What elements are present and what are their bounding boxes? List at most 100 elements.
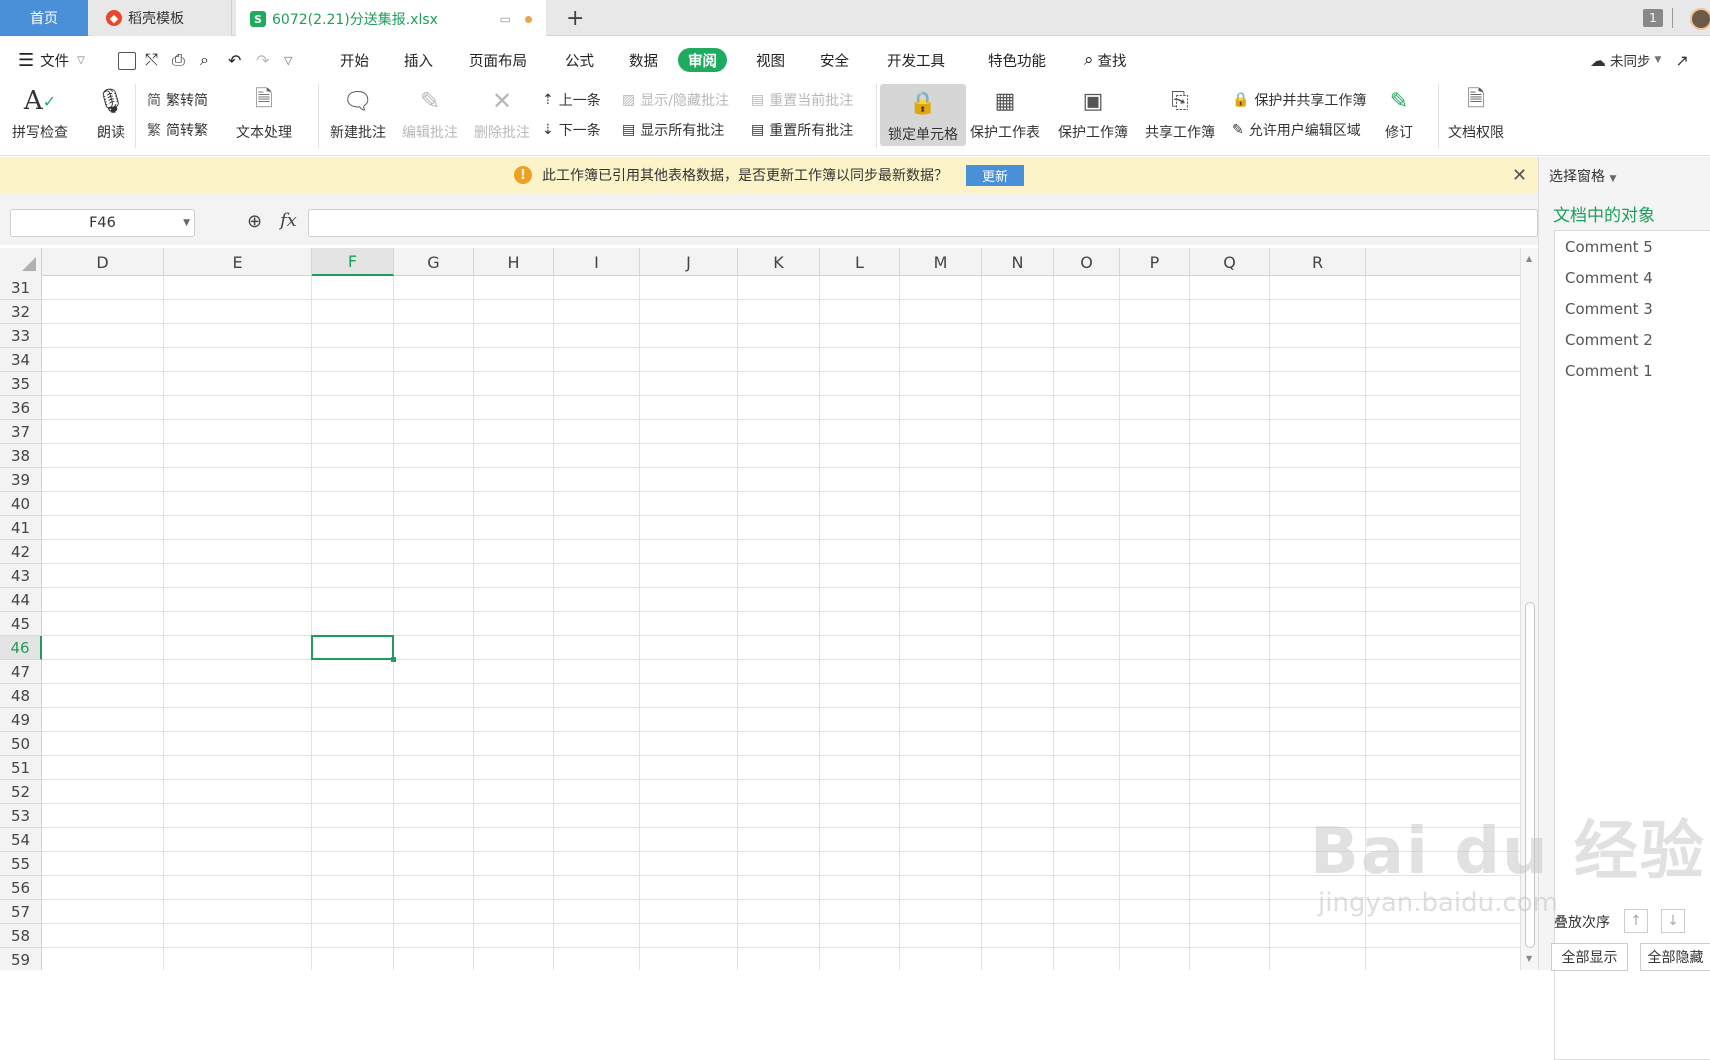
row-header[interactable]: 50 [0,732,42,756]
row-header[interactable]: 42 [0,540,42,564]
row-header[interactable]: 32 [0,300,42,324]
column-header-k[interactable]: K [738,248,820,276]
row-header[interactable]: 34 [0,348,42,372]
menu-developer[interactable]: 开发工具 [887,48,945,72]
row-header[interactable]: 46 [0,636,42,660]
chevron-down-icon[interactable]: ▼ [183,218,190,228]
scroll-up-icon[interactable]: ▲ [1526,254,1532,263]
column-header-g[interactable]: G [394,248,474,276]
show-all-button[interactable]: 全部显示 [1551,943,1628,971]
function-icon[interactable]: fx [280,210,297,231]
allow-edit-ranges-button[interactable]: ✎ 允许用户编辑区域 [1232,118,1361,142]
menu-search[interactable]: ⌕ 查找 [1084,48,1127,72]
protect-sheet-button[interactable]: ▦ 保护工作表 [970,84,1040,142]
row-header[interactable]: 35 [0,372,42,396]
tab-docer-template[interactable]: ◆ 稻壳模板 [92,0,232,36]
name-box[interactable]: F46 ▼ [10,209,195,237]
print-icon[interactable]: ⎙ [172,48,185,72]
row-header[interactable]: 48 [0,684,42,708]
column-header-j[interactable]: J [640,248,738,276]
next-comment-button[interactable]: ⇣ 下一条 [542,118,601,142]
row-header[interactable]: 58 [0,924,42,948]
menu-start[interactable]: 开始 [340,48,369,72]
column-header-e[interactable]: E [164,248,312,276]
menu-page-layout[interactable]: 页面布局 [469,48,527,72]
row-header[interactable]: 54 [0,828,42,852]
column-header-d[interactable]: D [42,248,164,276]
row-header[interactable]: 47 [0,660,42,684]
list-item[interactable]: Comment 5 [1565,238,1653,256]
list-item[interactable]: Comment 3 [1565,300,1653,318]
menu-insert[interactable]: 插入 [404,48,433,72]
close-icon[interactable]: ✕ [1512,165,1527,186]
zoom-icon[interactable]: ⊕ [247,211,262,232]
spell-check-button[interactable]: A ✓ 拼写检查 [12,84,68,142]
lock-cell-button[interactable]: 🔒 锁定单元格 [880,84,966,146]
row-header[interactable]: 44 [0,588,42,612]
export-pdf-icon[interactable]: ⤲ [145,48,158,72]
file-menu[interactable]: ☰ 文件 ▽ [18,48,85,72]
select-all-corner[interactable] [0,248,42,276]
move-down-icon[interactable]: ↓ [1661,909,1685,933]
protect-workbook-button[interactable]: ▣ 保护工作簿 [1058,84,1128,142]
move-up-icon[interactable]: ↑ [1624,909,1648,933]
formula-input[interactable] [308,209,1538,237]
undo-icon[interactable]: ↶ [228,48,241,72]
avatar[interactable] [1690,8,1710,30]
text-processing-button[interactable]: 🗎 文本处理 [236,84,292,142]
update-button[interactable]: 更新 [965,164,1024,186]
column-header-o[interactable]: O [1054,248,1120,276]
tab-active-file[interactable]: S 6072(2.21)分送集报.xlsx ▭ [236,0,546,36]
spreadsheet-grid[interactable]: DEFGHIJKLMNOPQR 31 32 33 34 35 36 37 38 39 40 41 42… [0,248,1520,970]
track-changes-button[interactable]: ✎ 修订 [1382,84,1416,142]
redo-icon[interactable]: ↷ [256,48,269,72]
row-header[interactable]: 40 [0,492,42,516]
row-header[interactable]: 39 [0,468,42,492]
row-header[interactable]: 37 [0,420,42,444]
row-header[interactable]: 51 [0,756,42,780]
document-permissions-button[interactable]: 🗎 文档权限 [1448,84,1504,142]
trad-to-simp-button[interactable]: 简 繁转简 [147,88,208,112]
new-comment-button[interactable]: 🗨 新建批注 [330,84,386,142]
column-header-m[interactable]: M [900,248,982,276]
share-workbook-button[interactable]: ⎘ 共享工作簿 [1145,84,1215,142]
row-header[interactable]: 59 [0,948,42,970]
column-header-r[interactable]: R [1270,248,1366,276]
share-icon[interactable]: ↗ [1675,51,1688,70]
menu-security[interactable]: 安全 [820,48,849,72]
menu-view[interactable]: 视图 [756,48,785,72]
list-item[interactable]: Comment 2 [1565,331,1653,349]
row-header[interactable]: 31 [0,276,42,300]
row-header[interactable]: 55 [0,852,42,876]
row-header[interactable]: 57 [0,900,42,924]
print-preview-icon[interactable]: ⌕ [200,48,209,72]
reset-all-comments-button[interactable]: ▤ 重置所有批注 [751,118,853,142]
window-count-badge[interactable]: 1 [1643,9,1663,27]
row-header[interactable]: 45 [0,612,42,636]
menu-formula[interactable]: 公式 [565,48,594,72]
row-header[interactable]: 33 [0,324,42,348]
column-header-i[interactable]: I [554,248,640,276]
scroll-down-icon[interactable]: ▼ [1526,954,1532,963]
protect-and-share-button[interactable]: 🔒 保护并共享工作簿 [1232,88,1366,112]
previous-comment-button[interactable]: ⇡ 上一条 [542,88,601,112]
row-header[interactable]: 36 [0,396,42,420]
tab-home[interactable]: 首页 [0,0,88,36]
column-header-q[interactable]: Q [1190,248,1270,276]
sync-status[interactable]: ☁ 未同步 ▼ ↗ [1590,48,1689,72]
reset-current-comment-button[interactable]: ▤ 重置当前批注 [751,88,853,112]
column-header-h[interactable]: H [474,248,554,276]
pin-window-icon[interactable]: ▭ [500,12,511,26]
column-header-f[interactable]: F [312,248,394,276]
simp-to-trad-button[interactable]: 繁 简转繁 [147,118,208,142]
show-hide-comment-button[interactable]: ▨ 显示/隐藏批注 [622,88,729,112]
row-header[interactable]: 56 [0,876,42,900]
selection-pane-title[interactable]: 选择窗格 ▼ [1549,166,1616,186]
list-item[interactable]: Comment 4 [1565,269,1653,287]
menu-review[interactable]: 审阅 [678,48,727,72]
column-header-p[interactable]: P [1120,248,1190,276]
row-header[interactable]: 43 [0,564,42,588]
row-header[interactable]: 52 [0,780,42,804]
active-cell[interactable] [311,635,396,662]
read-aloud-button[interactable]: 🎙 朗读 [94,84,128,142]
